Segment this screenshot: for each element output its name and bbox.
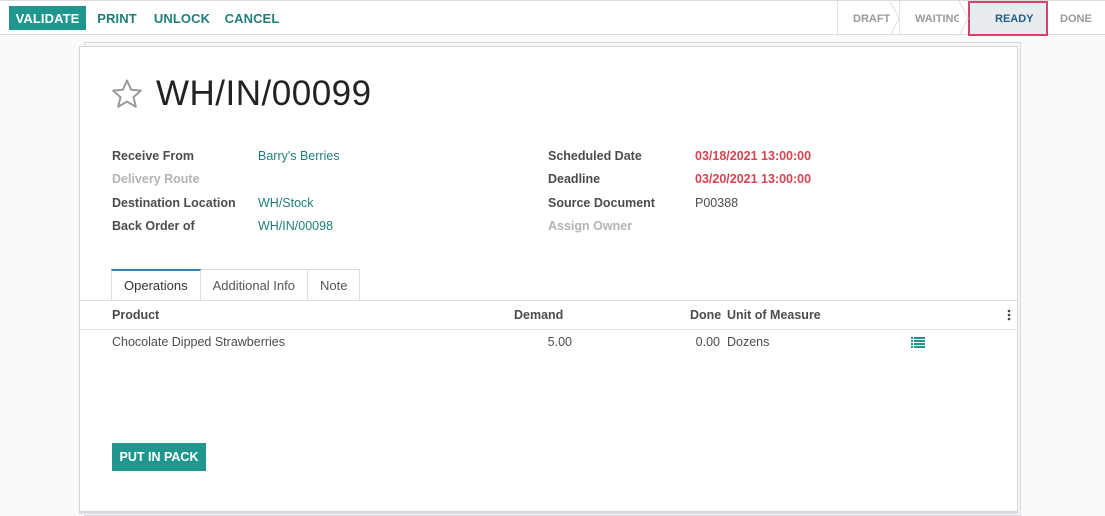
destination-location-value[interactable]: WH/Stock xyxy=(258,196,314,210)
scheduled-date-label: Scheduled Date xyxy=(548,149,642,163)
demand-cell[interactable]: 5.00 xyxy=(532,335,572,349)
status-stage-label: WAITING xyxy=(915,12,963,25)
control-panel: VALIDATE PRINT UNLOCK CANCEL DRAFT WAITI… xyxy=(0,0,1105,36)
deadline-label: Deadline xyxy=(548,172,601,186)
delivery-route-label: Delivery Route xyxy=(112,172,200,186)
product-cell[interactable]: Chocolate Dipped Strawberries xyxy=(112,335,285,349)
put-in-pack-button[interactable]: PUT IN PACK xyxy=(112,443,206,471)
source-document-value[interactable]: P00388 xyxy=(695,196,738,210)
back-order-label: Back Order of xyxy=(112,219,195,233)
status-bar: DRAFT WAITING READY DONE xyxy=(837,1,1105,36)
status-stage-label: DONE xyxy=(1060,12,1092,25)
column-header-demand[interactable]: Demand xyxy=(514,308,563,322)
tab-note[interactable]: Note xyxy=(308,269,361,301)
column-header-uom[interactable]: Unit of Measure xyxy=(727,308,821,322)
status-stage-ready[interactable]: READY xyxy=(968,1,1048,36)
chevron-right-icon xyxy=(890,1,900,36)
header-divider xyxy=(80,329,1017,330)
column-header-done[interactable]: Done xyxy=(690,308,721,322)
print-button[interactable]: PRINT xyxy=(94,6,140,30)
unlock-button[interactable]: UNLOCK xyxy=(152,6,212,30)
status-stage-done[interactable]: DONE xyxy=(1048,1,1105,36)
notebook-tabs: Operations Additional Info Note xyxy=(111,269,361,301)
column-header-product[interactable]: Product xyxy=(112,308,159,322)
kebab-menu-icon[interactable] xyxy=(1006,309,1012,321)
scheduled-date-value[interactable]: 03/18/2021 13:00:00 xyxy=(695,149,811,163)
star-outline-icon[interactable] xyxy=(110,77,144,111)
source-document-label: Source Document xyxy=(548,196,655,210)
receive-from-value[interactable]: Barry's Berries xyxy=(258,149,340,163)
back-order-value[interactable]: WH/IN/00098 xyxy=(258,219,333,233)
cancel-button[interactable]: CANCEL xyxy=(223,6,281,30)
receive-from-label: Receive From xyxy=(112,149,194,163)
uom-cell[interactable]: Dozens xyxy=(727,335,769,349)
status-stage-label: READY xyxy=(995,12,1034,25)
status-stage-draft[interactable]: DRAFT xyxy=(837,1,900,36)
detailed-operations-list-icon[interactable] xyxy=(911,337,925,348)
assign-owner-label: Assign Owner xyxy=(548,219,633,233)
done-cell[interactable]: 0.00 xyxy=(680,335,720,349)
destination-location-label: Destination Location xyxy=(112,196,236,210)
record-title-row: WH/IN/00099 xyxy=(110,74,372,114)
status-stage-waiting[interactable]: WAITING xyxy=(899,1,969,36)
status-stage-label: DRAFT xyxy=(853,12,891,25)
tab-additional-info[interactable]: Additional Info xyxy=(200,269,308,301)
record-title: WH/IN/00099 xyxy=(156,74,372,113)
deadline-value[interactable]: 03/20/2021 13:00:00 xyxy=(695,172,811,186)
tab-operations[interactable]: Operations xyxy=(111,269,201,301)
chevron-right-icon xyxy=(959,1,969,36)
tab-divider xyxy=(80,300,1017,301)
validate-button[interactable]: VALIDATE xyxy=(9,6,86,30)
